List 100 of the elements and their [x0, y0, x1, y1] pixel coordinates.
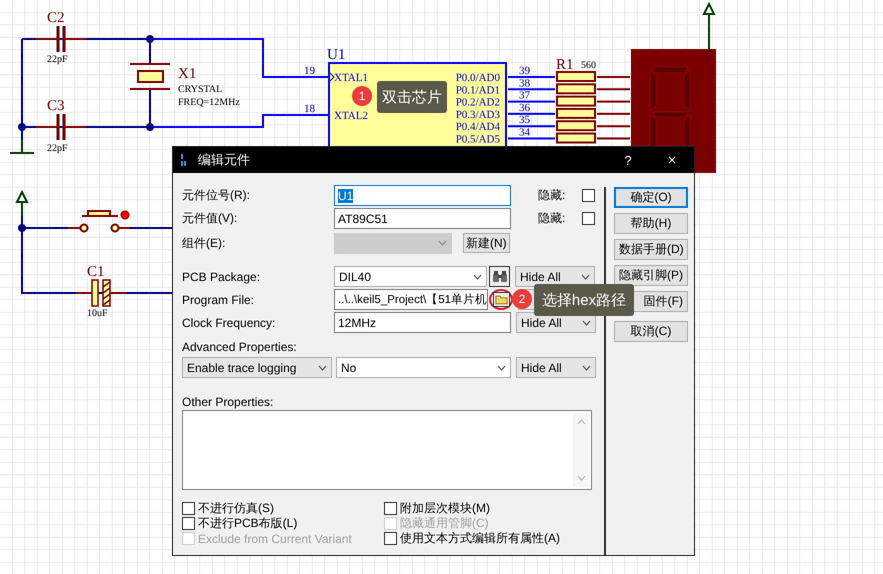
dropdown[interactable]: DIL40 — [334, 266, 487, 287]
field-label: 隐藏: — [538, 210, 566, 227]
wire — [597, 88, 630, 90]
wire — [508, 125, 555, 128]
junction-dot — [18, 224, 26, 232]
section-label: Other Properties: — [182, 395, 274, 410]
capacitor-symbol — [75, 279, 127, 307]
folder-icon — [494, 294, 508, 305]
scrollbar[interactable] — [573, 413, 589, 487]
junction-dot — [146, 123, 154, 131]
field-label: 隐藏: — [538, 187, 566, 204]
dialog-button[interactable]: 确定(O) — [614, 187, 688, 208]
chevron-down-icon — [582, 320, 591, 326]
component-label: C1 — [87, 264, 105, 280]
chevron-down-icon — [582, 364, 591, 370]
component-label: R1 — [556, 57, 574, 73]
field-label: Clock Frequency: — [182, 316, 276, 330]
wire — [597, 112, 630, 115]
resistor-symbol — [556, 108, 596, 119]
window-title: 编辑元件 — [198, 151, 251, 169]
chevron-down-icon — [318, 364, 327, 370]
checkbox-label: Exclude from Current Variant — [198, 532, 352, 546]
pin-number: 38 — [519, 77, 530, 90]
component-value: FREQ=12MHz — [178, 97, 240, 108]
dialog-button[interactable]: 取消(C) — [614, 321, 688, 342]
wire — [508, 76, 555, 78]
dialog-button[interactable]: 数据手册(D) — [614, 239, 688, 260]
pin-number: 36 — [519, 102, 530, 114]
field-label: Program File: — [182, 292, 256, 306]
power-terminal — [16, 190, 28, 217]
pin-number: 18 — [304, 103, 315, 115]
section-label: Advanced Properties: — [182, 340, 298, 355]
field-label: 组件(E): — [182, 234, 226, 252]
component-value: CRYSTAL — [178, 84, 222, 95]
callout-tooltip: 选择hex路径 — [534, 284, 634, 316]
field-label: 元件位号(R): — [182, 187, 251, 204]
text-area[interactable] — [182, 410, 592, 490]
component-label: C3 — [47, 98, 65, 114]
component-label: U1 — [327, 47, 346, 63]
crystal-symbol — [129, 63, 171, 90]
chevron-down-icon — [581, 274, 590, 280]
app-icon — [181, 154, 187, 166]
search-button[interactable] — [489, 266, 510, 287]
scroll-down-icon — [576, 475, 586, 481]
pin-label: P0.4/AD4 — [456, 121, 500, 134]
text-field[interactable]: AT89C51 — [334, 208, 511, 229]
checkbox-label: 不进行PCB布版(L) — [198, 515, 298, 532]
ground-symbol — [9, 139, 35, 154]
junction-dot — [18, 123, 26, 131]
probe-dot — [120, 210, 130, 220]
chevron-down-icon — [438, 240, 447, 246]
component-value: 22pF — [47, 54, 68, 65]
checkbox[interactable] — [182, 517, 195, 530]
wire — [597, 125, 630, 128]
checkbox[interactable] — [582, 189, 595, 202]
pin-label: P0.0/AD0 — [456, 72, 500, 84]
pin-label: P0.3/AD3 — [456, 108, 500, 121]
checkbox[interactable] — [384, 502, 397, 515]
resistor-symbol — [556, 96, 596, 107]
field-label: 元件值(V): — [182, 210, 238, 227]
push-button-symbol — [67, 210, 131, 232]
browse-button[interactable] — [492, 292, 510, 307]
wire — [597, 138, 630, 140]
capacitor-symbol — [35, 112, 87, 142]
checkbox[interactable] — [582, 212, 595, 225]
component-label: X1 — [178, 66, 196, 82]
pin-number: 35 — [519, 114, 530, 126]
scroll-up-icon — [576, 419, 586, 425]
dialog-button[interactable]: 隐藏引脚(P) — [614, 265, 688, 286]
pin-label: P0.5/AD5 — [456, 134, 500, 146]
wire — [597, 100, 630, 103]
component-label: C2 — [47, 10, 65, 26]
power-terminal — [703, 2, 715, 51]
pin-label: P0.1/AD1 — [456, 84, 500, 96]
wire — [508, 112, 555, 115]
chevron-down-icon — [473, 274, 482, 280]
pin-label: P0.2/AD2 — [456, 96, 500, 109]
dropdown[interactable]: Hide All — [516, 357, 596, 378]
pin-clock-mark — [330, 72, 335, 82]
checkbox-label: 隐藏通用管脚(C) — [400, 515, 489, 532]
capacitor-symbol — [35, 24, 87, 54]
resistor-symbol — [556, 83, 596, 94]
component-value: 10uF — [87, 308, 108, 319]
pin-number: 34 — [519, 126, 530, 138]
text-field[interactable]: 12MHz — [334, 312, 511, 333]
pin-number: 37 — [519, 90, 530, 102]
dropdown[interactable]: Enable trace logging — [182, 357, 332, 378]
callout-tooltip: 双击芯片 — [377, 81, 447, 113]
text-field[interactable]: ..\..\keil5_Project\【51单片机 — [334, 289, 488, 310]
checkbox[interactable] — [384, 532, 397, 545]
text-field[interactable]: U1 — [334, 185, 511, 206]
pin-label: XTAL1 — [334, 72, 368, 84]
wire — [597, 76, 630, 78]
checkbox-label: 不进行仿真(S) — [198, 500, 274, 517]
wire — [508, 100, 555, 103]
field-label: PCB Package: — [182, 270, 262, 284]
component-value: 22pF — [47, 143, 68, 154]
checkbox[interactable] — [182, 502, 195, 515]
dropdown[interactable]: No — [336, 357, 511, 378]
dialog-button[interactable]: 帮助(H) — [614, 213, 688, 234]
